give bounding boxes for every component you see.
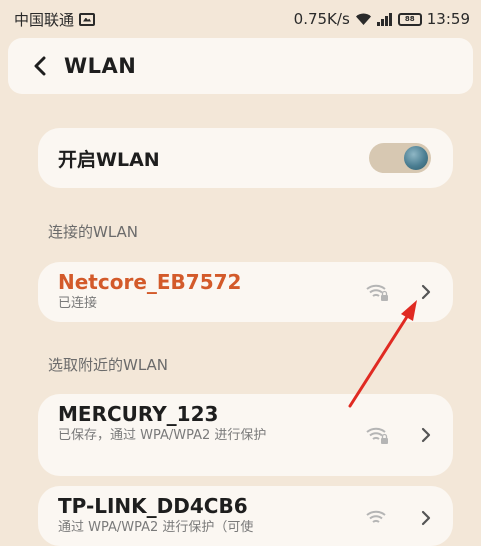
wifi-locked-icon [365, 508, 389, 528]
chevron-right-icon[interactable] [421, 427, 431, 443]
network-name: MERCURY_123 [58, 402, 219, 426]
battery-icon: 88 [397, 12, 422, 26]
wifi-locked-icon [365, 282, 389, 302]
wlan-toggle-switch[interactable] [369, 143, 431, 173]
clock-time: 13:59 [426, 10, 470, 28]
nearby-section-label: 选取附近的WLAN [48, 356, 169, 374]
page-title: WLAN [64, 54, 137, 78]
toggle-knob [404, 146, 428, 170]
status-bar: 中国联通 0.75K/s 88 13:59 [0, 0, 481, 38]
image-notification-icon [79, 12, 96, 26]
network-status: 通过 WPA/WPA2 进行保护（可使 [58, 520, 254, 535]
chevron-right-icon[interactable] [421, 510, 431, 526]
connected-section-label: 连接的WLAN [48, 223, 139, 241]
network-item[interactable]: TP-LINK_DD4CB6 通过 WPA/WPA2 进行保护（可使 [38, 486, 453, 546]
header-bar: WLAN [8, 38, 473, 94]
network-status: 已保存，通过 WPA/WPA2 进行保护 [58, 428, 267, 443]
wifi-status-icon [355, 12, 372, 26]
network-item[interactable]: MERCURY_123 已保存，通过 WPA/WPA2 进行保护 [38, 394, 453, 476]
wifi-locked-icon [365, 425, 389, 445]
wlan-toggle-row[interactable]: 开启WLAN [38, 128, 453, 188]
back-arrow-icon[interactable] [20, 38, 60, 94]
chevron-right-icon[interactable] [421, 284, 431, 300]
connected-network-status: 已连接 [58, 296, 98, 311]
connected-network-item[interactable]: Netcore_EB7572 已连接 [38, 262, 453, 322]
wlan-toggle-label: 开启WLAN [58, 148, 160, 171]
carrier-name: 中国联通 [14, 10, 75, 29]
signal-strength-icon [376, 12, 393, 26]
network-speed: 0.75K/s [293, 10, 350, 28]
